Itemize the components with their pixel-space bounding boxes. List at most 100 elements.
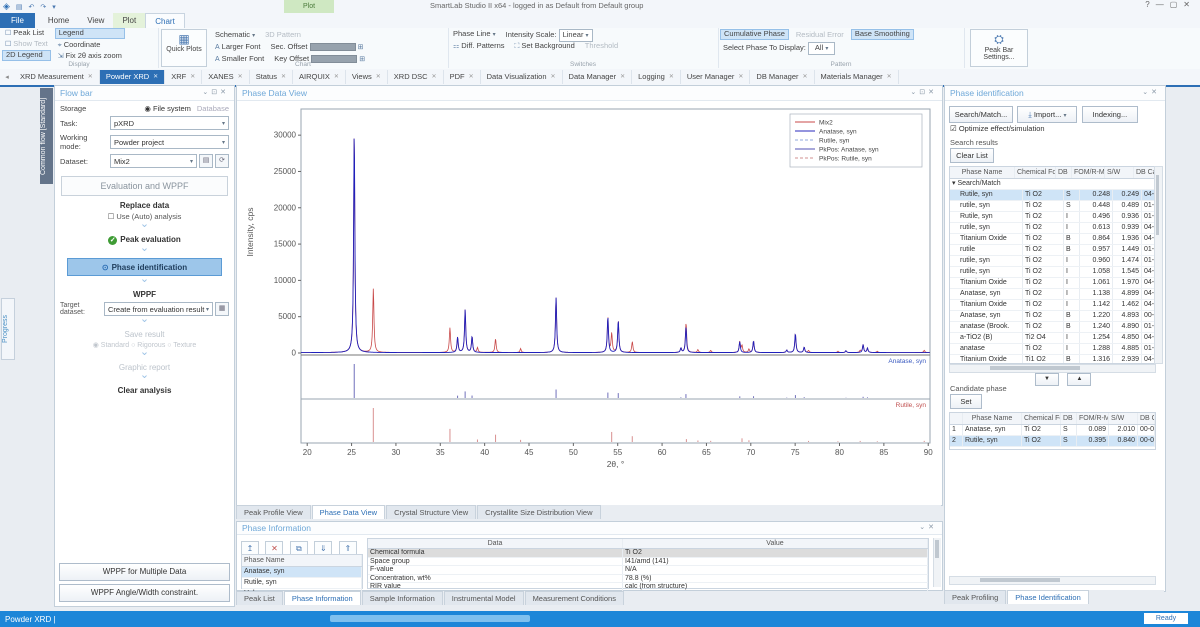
close-tab-icon[interactable]: ✕ [551, 70, 556, 84]
phase-detail-row[interactable]: Space group I41/amd (141) [368, 558, 928, 567]
search-result-row[interactable]: rutile, syn Ti O2 I 0.613 0.939 04-098 [950, 223, 1155, 234]
col-header[interactable]: FOM/R-M [1077, 413, 1109, 424]
col-header[interactable]: S/W [1105, 167, 1134, 178]
document-tab[interactable]: XRD Measurement ✕ [14, 70, 100, 84]
task-select[interactable]: pXRD▾ [110, 116, 229, 130]
view-tab[interactable]: Phase Data View [312, 505, 385, 519]
search-result-row[interactable]: a-TiO2 (B) Ti2 O4 I 1.254 4.850 04-058 [950, 333, 1155, 344]
step-wppf[interactable]: WPPF [55, 290, 234, 299]
col-header[interactable]: DB [1056, 167, 1072, 178]
cumulative-phase-toggle[interactable]: Cumulative Phase [720, 29, 789, 40]
document-tab[interactable]: User Manager ✕ [681, 70, 751, 84]
search-result-row[interactable]: rutile, syn Ti O2 S 0.448 0.489 01-068 [950, 201, 1155, 212]
scrollbar-thumb[interactable] [1156, 175, 1159, 235]
dataset-browse-button[interactable]: ▤ [199, 154, 213, 168]
flow-vertical-tab[interactable]: Common flow [Standard] [40, 88, 53, 184]
clear-list-button[interactable]: Clear List [950, 148, 994, 163]
col-header[interactable]: Chemical Fo... [1015, 167, 1056, 178]
minimize-icon[interactable]: — [1156, 0, 1170, 9]
col-header[interactable]: DB Card [1134, 167, 1155, 178]
target-dataset-select[interactable]: Create from evaluation result▾ [104, 302, 213, 316]
close-icon[interactable]: ✕ [1151, 89, 1160, 96]
candidate-row[interactable]: 1 Anatase, syn Ti O2 S 0.089 2.010 00-06… [950, 425, 1155, 436]
step-replace-data[interactable]: Replace data [55, 201, 234, 210]
view-tab[interactable]: Peak Profile View [236, 505, 311, 519]
phase-detail-row[interactable]: Concentration, wt% 78.8 (%) [368, 575, 928, 584]
set-background-button[interactable]: ⛶Set Background [512, 41, 578, 51]
scrollbar-thumb[interactable] [935, 540, 939, 558]
close-tab-icon[interactable]: ✕ [88, 70, 93, 84]
file-menu-button[interactable]: File [0, 13, 35, 28]
working-mode-select[interactable]: Powder project▾ [110, 135, 229, 149]
document-tab[interactable]: Data Manager ✕ [563, 70, 633, 84]
document-tab[interactable]: Logging ✕ [632, 70, 681, 84]
pattern-3d-button[interactable]: 3D Pattern [262, 30, 304, 40]
collapse-icon[interactable]: ⌄ [1142, 89, 1151, 96]
help-icon[interactable]: ? [1145, 0, 1155, 9]
redo-button[interactable]: ↷ [40, 3, 46, 11]
vertical-scrollbar[interactable] [933, 538, 941, 587]
close-tab-icon[interactable]: ✕ [238, 70, 243, 84]
select-phase-select[interactable]: All ▾ [808, 42, 835, 55]
phase-detail-row[interactable]: F-value N/A [368, 566, 928, 575]
search-result-row[interactable]: Titanium Oxide Ti O2 I 1.061 1.970 04-02… [950, 278, 1155, 289]
close-tab-icon[interactable]: ✕ [469, 70, 474, 84]
save-button[interactable]: ▤ [16, 3, 23, 11]
search-result-row[interactable]: anatase (Brook. Ti O2 B 1.240 4.890 01-0… [950, 322, 1155, 333]
remove-candidate-button[interactable]: ▲ [1067, 373, 1091, 386]
search-result-row[interactable]: Titanium Oxide Ti O2 I 1.142 1.462 04-01… [950, 300, 1155, 311]
sec-offset-input[interactable] [310, 43, 356, 51]
search-result-row[interactable]: Rutile, syn Ti O2 I 0.496 0.936 01-071 [950, 212, 1155, 223]
quick-access-dropdown-icon[interactable]: ▾ [52, 3, 56, 11]
col-value[interactable]: Value [623, 539, 928, 548]
tab-plot[interactable]: Plot [113, 13, 145, 28]
close-icon[interactable]: ✕ [220, 89, 229, 96]
close-tab-icon[interactable]: ✕ [887, 70, 892, 84]
base-smoothing-toggle[interactable]: Base Smoothing [851, 29, 914, 40]
document-tab[interactable]: AIRQUIX ✕ [293, 70, 346, 84]
right-tab[interactable]: Phase Identification [1007, 590, 1088, 604]
close-tab-icon[interactable]: ✕ [376, 70, 381, 84]
storage-radio-filesystem[interactable]: ◉ File system [144, 104, 191, 113]
status-badge[interactable]: Ready [1144, 613, 1188, 624]
info-tab[interactable]: Measurement Conditions [525, 591, 624, 605]
target-options-button[interactable]: ▦ [215, 302, 229, 316]
document-tab[interactable]: Materials Manager ✕ [815, 70, 899, 84]
window-controls[interactable]: ?—▢✕ [1145, 0, 1196, 9]
storage-radio-database[interactable]: Database [197, 104, 229, 113]
wppf-constraint-button[interactable]: WPPF Angle/Width constraint. [59, 584, 230, 602]
candidate-row[interactable]: 2 Rutile, syn Ti O2 S 0.395 0.840 00-040 [950, 436, 1155, 447]
close-tab-icon[interactable]: ✕ [153, 70, 158, 84]
show-text-toggle[interactable]: ☐Show Text [2, 39, 51, 49]
close-tab-icon[interactable]: ✕ [620, 70, 625, 84]
close-tab-icon[interactable]: ✕ [738, 70, 743, 84]
close-tab-icon[interactable]: ✕ [669, 70, 674, 84]
phase-list-item[interactable]: Rutile, syn [242, 578, 362, 589]
document-tab[interactable]: Views ✕ [346, 70, 388, 84]
indexing-button[interactable]: Indexing... [1082, 106, 1138, 123]
search-result-row[interactable]: Titanium Oxide Ti O2 B 0.864 1.936 04-05… [950, 234, 1155, 245]
legend-2d-toggle[interactable]: 2D Legend [2, 50, 51, 61]
tab-home[interactable]: Home [39, 13, 78, 28]
collapse-icon[interactable]: ⌄ [919, 524, 928, 531]
right-tab[interactable]: Peak Profiling [944, 590, 1006, 604]
col-header[interactable]: Phase Name [963, 413, 1022, 424]
search-match-button[interactable]: Search/Match... [949, 106, 1013, 123]
phase-list-item[interactable]: Anatase, syn [242, 567, 362, 578]
document-tab[interactable]: Powder XRD ✕ [100, 70, 165, 84]
legend-toggle[interactable]: Legend [55, 28, 125, 39]
search-result-row[interactable]: rutile, syn Ti O2 I 1.058 1.545 04-028 [950, 267, 1155, 278]
close-icon[interactable]: ✕ [928, 89, 937, 96]
search-result-row[interactable]: rutile, syn Ti O2 I 0.960 1.474 01-072 [950, 256, 1155, 267]
tab-scroll-left-icon[interactable]: ◂ [0, 73, 14, 81]
tab-view[interactable]: View [78, 13, 113, 28]
info-tab[interactable]: Peak List [236, 591, 283, 605]
vertical-scrollbar[interactable] [1154, 166, 1163, 364]
search-result-row[interactable]: Rutile, syn Ti O2 S 0.248 0.249 04-008 [950, 190, 1155, 201]
spinner-icon[interactable]: ⊞ [358, 44, 364, 51]
col-header[interactable]: DB Card [1138, 413, 1155, 424]
info-tab[interactable]: Phase Information [284, 591, 361, 605]
document-tab[interactable]: Status ✕ [250, 70, 293, 84]
view-tab[interactable]: Crystallite Size Distribution View [477, 505, 600, 519]
float-icon[interactable]: ⊡ [211, 89, 220, 96]
